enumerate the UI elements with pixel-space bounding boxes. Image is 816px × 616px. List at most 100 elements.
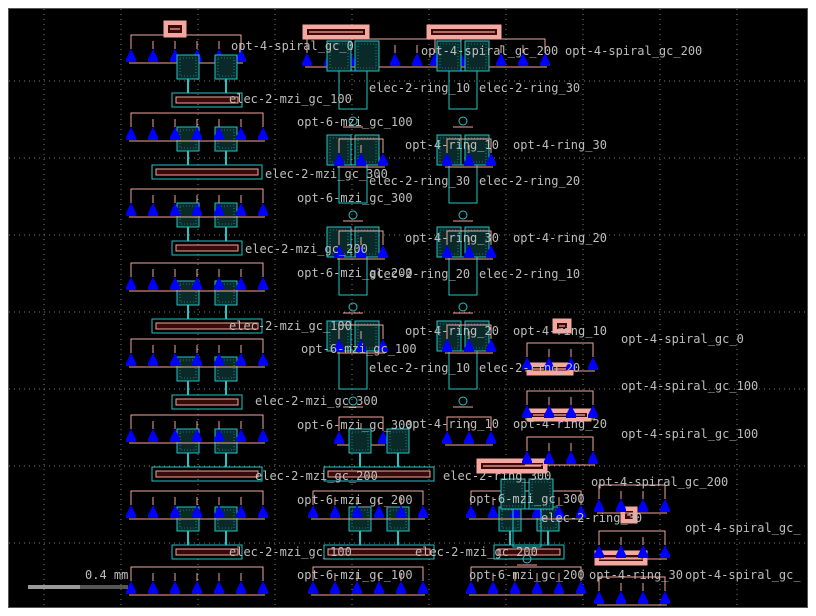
cell-label: opt-6-mzi_gc_300 (469, 492, 585, 506)
grating-base (148, 363, 158, 366)
metal-pad (354, 40, 380, 72)
grating-taper (554, 581, 564, 591)
grating-taper (148, 127, 158, 137)
grating-coupler (258, 119, 268, 140)
grating-taper (126, 203, 136, 213)
grating-taper (396, 581, 406, 591)
grating-coupler (258, 195, 268, 216)
cell-label: elec-2-mzi_gc_100 (229, 319, 352, 333)
grating-taper (660, 545, 670, 555)
cell-label: opt-6-mzi_gc_200 (297, 493, 413, 507)
grating-base (334, 163, 344, 166)
grating-taper (588, 451, 598, 461)
grating-base (126, 439, 136, 442)
grating-coupler (418, 497, 428, 518)
grating-taper (126, 353, 136, 363)
grating-coupler (214, 345, 224, 366)
grating-base (170, 287, 180, 290)
grating-coupler (594, 583, 604, 604)
grating-taper (442, 431, 452, 441)
cell-label: opt-4-spiral_gc_ (685, 521, 801, 535)
grating-base (192, 439, 202, 442)
grating-coupler (170, 573, 180, 594)
grating-taper (660, 499, 670, 509)
grating-taper (126, 277, 136, 287)
grating-base (660, 555, 670, 558)
grating-base (170, 515, 180, 518)
grating-coupler (258, 421, 268, 442)
ring-resonator (348, 210, 358, 220)
grating-base (334, 441, 344, 444)
grating-coupler (544, 397, 554, 418)
grating-coupler (638, 583, 648, 604)
grating-base (390, 63, 400, 66)
cell-label: opt-6-mzi_gc_100 (297, 115, 413, 129)
grating-base (638, 555, 648, 558)
grating-coupler (594, 491, 604, 512)
grating-base (522, 461, 532, 464)
grating-base (576, 591, 586, 594)
grating-base (510, 515, 520, 518)
grating-base (374, 515, 384, 518)
grating-coupler (616, 537, 626, 558)
grating-taper (616, 591, 626, 601)
cell-label: opt-6-mzi_gc_100 (301, 342, 417, 356)
cell-label: opt-4-ring_20 (513, 417, 607, 431)
grating-coupler (126, 421, 136, 442)
grating-taper (522, 451, 532, 461)
grating-base (488, 515, 498, 518)
mzi-arms (175, 244, 239, 252)
grating-taper (638, 499, 648, 509)
layout-canvas[interactable]: opt-4-spiral_gc_0 opt-4-spiral_gc_200 op… (8, 8, 809, 609)
grating-base (308, 591, 318, 594)
ring-resonator (458, 302, 468, 312)
grating-base (638, 601, 648, 604)
grating-taper (660, 591, 670, 601)
grating-coupler (192, 345, 202, 366)
grating-base (302, 63, 312, 66)
grating-base (126, 59, 136, 62)
grating-taper (192, 581, 202, 591)
grating-taper (464, 431, 474, 441)
grating-taper (258, 353, 268, 363)
grating-base (464, 255, 474, 258)
grating-taper (352, 581, 362, 591)
grating-taper (616, 545, 626, 555)
grating-base (126, 137, 136, 140)
ring-heater (338, 350, 368, 390)
chip-layout[interactable]: opt-4-spiral_gc_0 opt-4-spiral_gc_200 op… (9, 9, 809, 609)
grating-base (126, 363, 136, 366)
cell-label: opt-4-spiral_gc_200 (591, 475, 728, 489)
cell-label: opt-4-spiral_gc_100 (621, 379, 758, 393)
grating-coupler (148, 421, 158, 442)
waveguide-route (130, 188, 264, 195)
grating-base (486, 441, 496, 444)
grating-base (510, 591, 520, 594)
cell-label: elec-2-ring_20 (369, 267, 470, 281)
grating-taper (588, 357, 598, 367)
grating-coupler (170, 269, 180, 290)
grating-taper (488, 581, 498, 591)
ring-resonator (458, 116, 468, 126)
grating-base (418, 515, 428, 518)
grating-taper (148, 203, 158, 213)
cell-label: opt-4-spiral_gc_200 (565, 44, 702, 58)
grating-coupler (418, 573, 428, 594)
grating-base (554, 591, 564, 594)
grating-coupler (126, 195, 136, 216)
grating-coupler (616, 583, 626, 604)
cell-label: opt-4-ring_10 (405, 417, 499, 431)
grating-base (532, 591, 542, 594)
cell-label: opt-6-mzi_gc_100 (297, 568, 413, 582)
grating-base (192, 213, 202, 216)
cell-label: elec-2-mzi_gc_100 (229, 545, 352, 559)
grating-base (378, 255, 388, 258)
grating-base (236, 515, 246, 518)
grating-base (148, 137, 158, 140)
grating-base (412, 63, 422, 66)
cell-label: elec-2-mzi_gc_100 (229, 92, 352, 106)
grating-taper (148, 505, 158, 515)
grating-base (540, 63, 550, 66)
grating-base (594, 555, 604, 558)
grating-base (464, 163, 474, 166)
